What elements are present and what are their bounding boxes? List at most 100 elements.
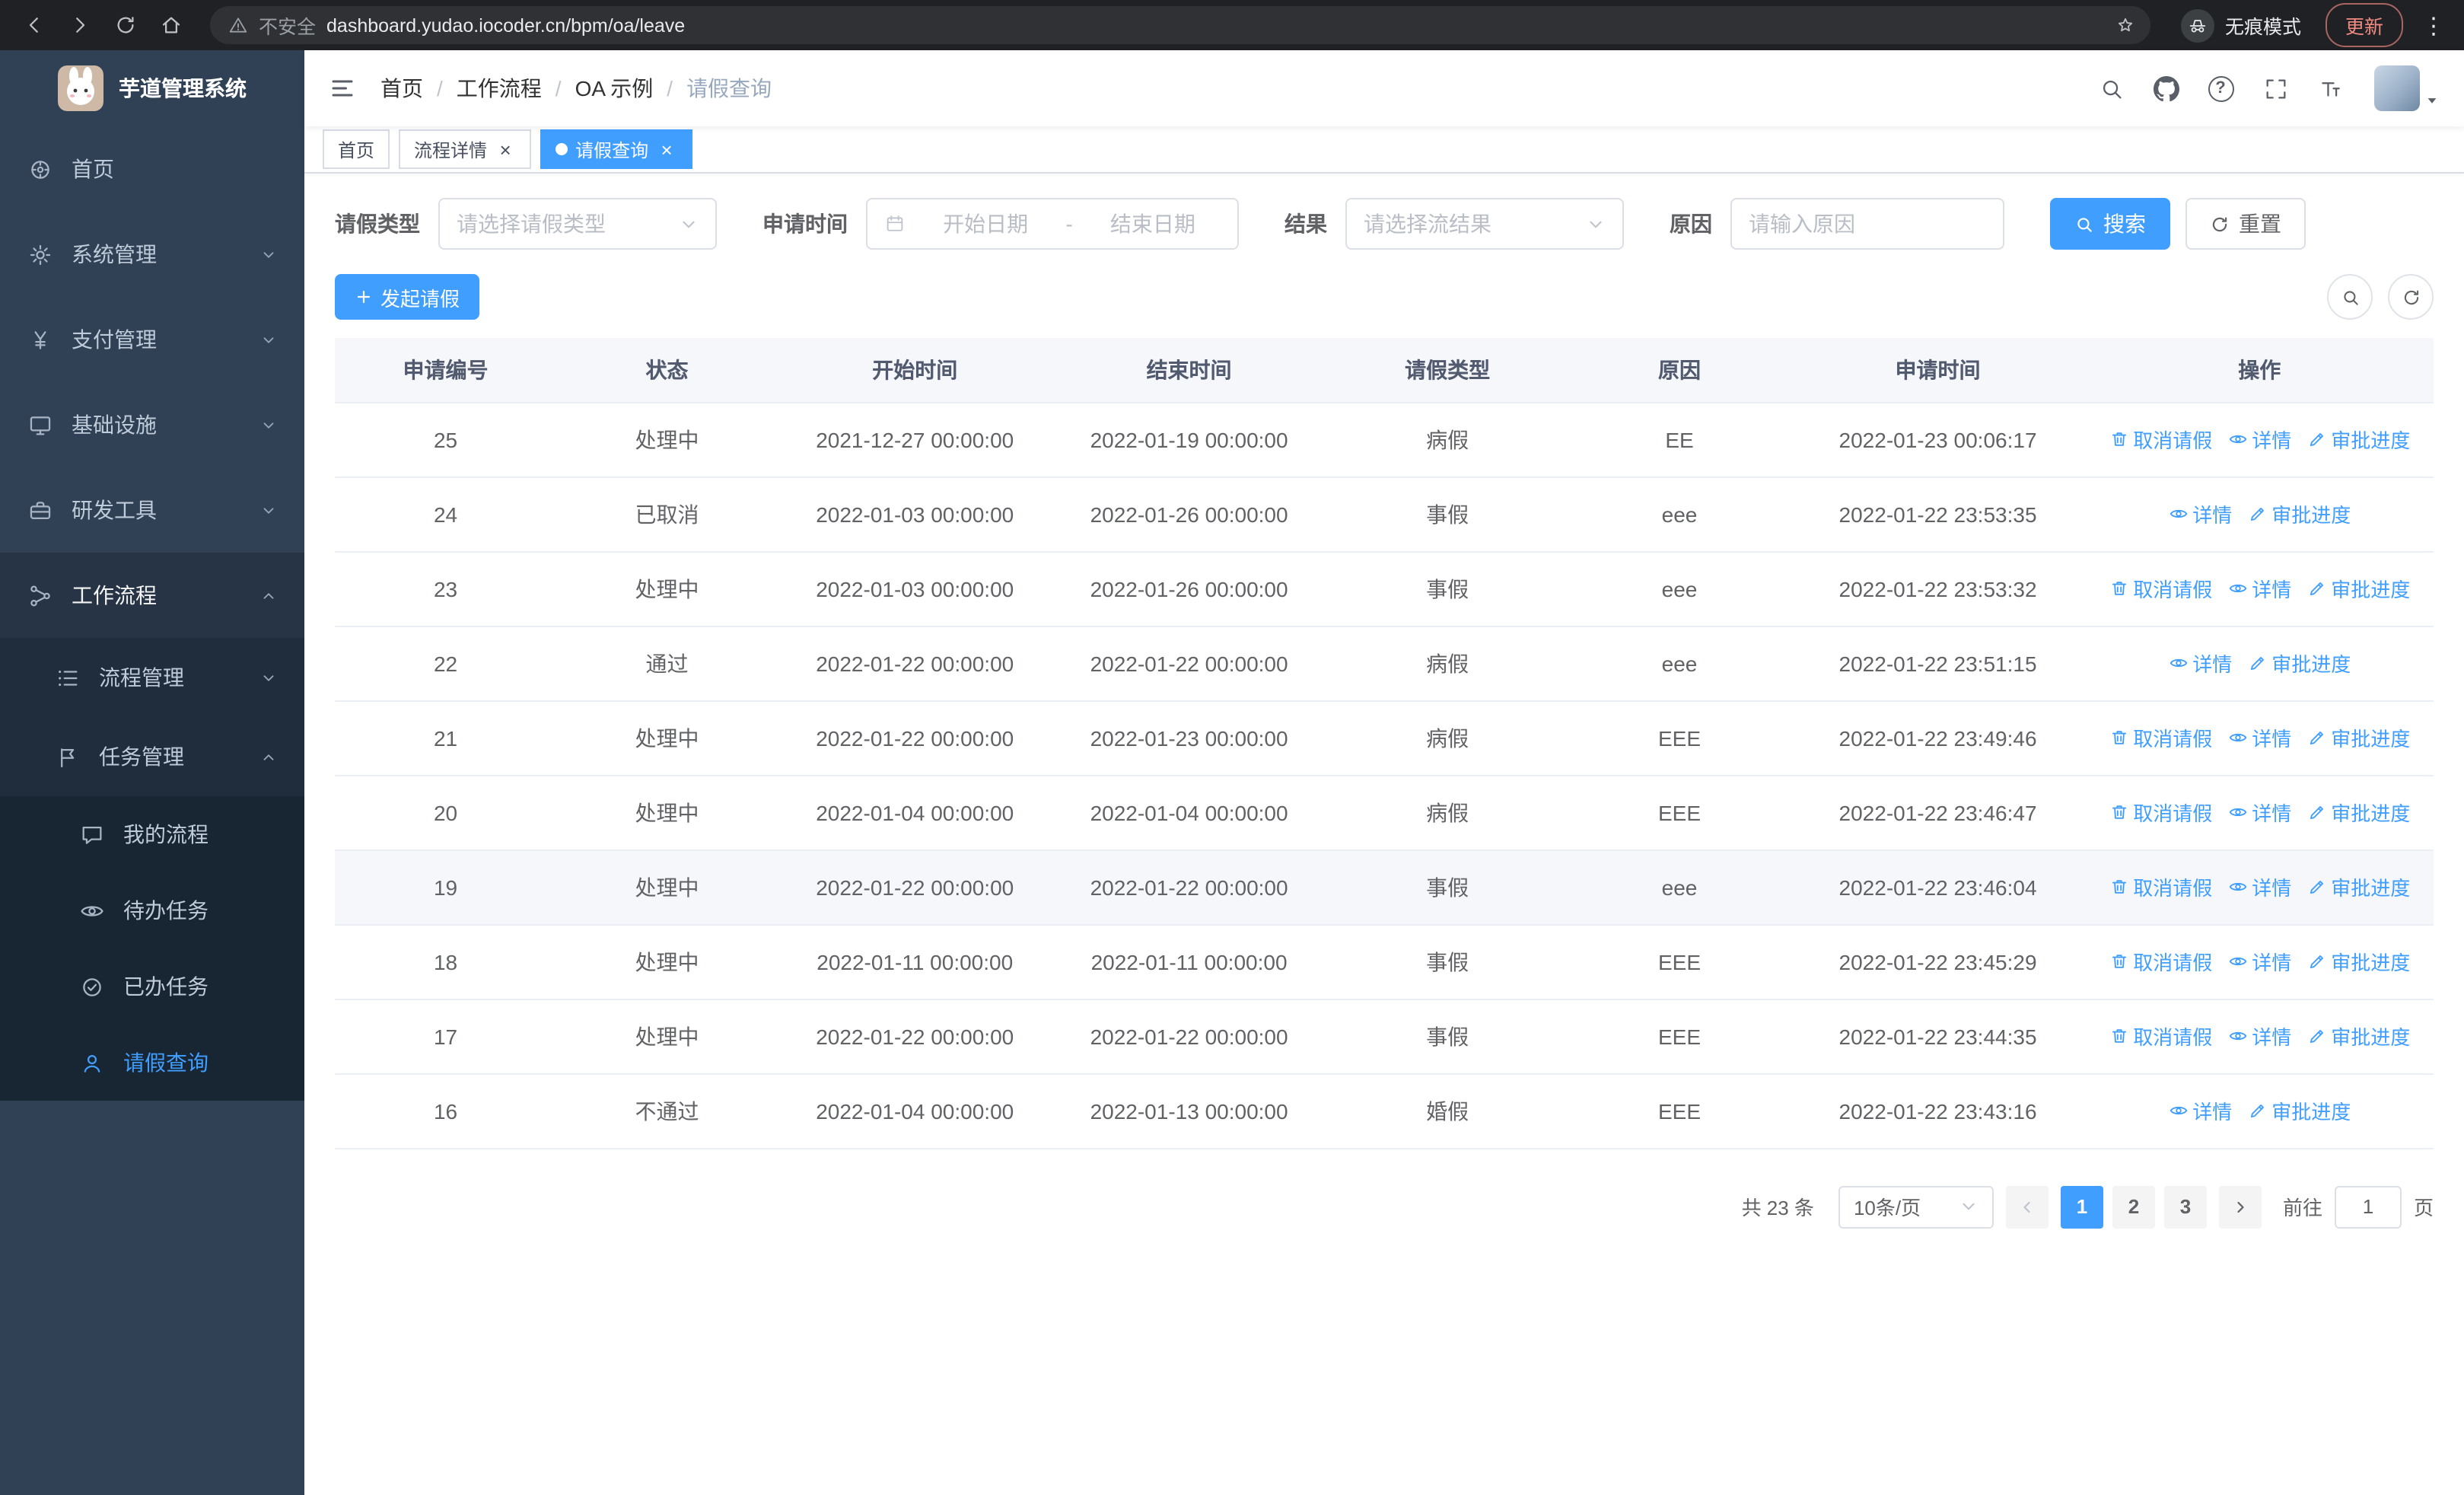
table-row[interactable]: 20 处理中 2022-01-04 00:00:00 2022-01-04 00:00… — [335, 775, 2434, 850]
table-row[interactable]: 18 处理中 2022-01-11 00:00:00 2022-01-11 00:00… — [335, 924, 2434, 999]
table-cell: 20 — [335, 775, 557, 850]
table-row[interactable]: 23 处理中 2022-01-03 00:00:00 2022-01-26 00:00… — [335, 551, 2434, 626]
cancel-leave-link[interactable]: 取消请假 — [2109, 872, 2212, 901]
approval-progress-link[interactable]: 审批进度 — [2247, 499, 2351, 528]
sidebar-item-devtools[interactable]: 研发工具 — [0, 467, 304, 553]
toggle-search-button[interactable] — [2327, 274, 2373, 320]
column-header: 申请编号 — [335, 338, 557, 403]
prev-page-button[interactable] — [2005, 1185, 2049, 1228]
detail-link[interactable]: 详情 — [2168, 649, 2232, 677]
sidebar-item-home[interactable]: 首页 — [0, 126, 304, 212]
help-button[interactable]: ? — [2195, 62, 2246, 114]
font-size-button[interactable] — [2304, 62, 2356, 114]
approval-progress-link[interactable]: 审批进度 — [2306, 1022, 2410, 1050]
tab-leave-query[interactable]: 请假查询 × — [540, 129, 693, 169]
detail-link[interactable]: 详情 — [2227, 1022, 2291, 1050]
end-date-field[interactable]: 结束日期 — [1085, 209, 1221, 239]
table-cell: 2022-01-19 00:00:00 — [1052, 402, 1326, 477]
page-size-select[interactable]: 10条/页 — [1838, 1185, 1994, 1228]
cancel-leave-link[interactable]: 取消请假 — [2109, 947, 2212, 976]
detail-link[interactable]: 详情 — [2227, 947, 2291, 976]
detail-link[interactable]: 详情 — [2168, 499, 2232, 528]
approval-progress-link[interactable]: 审批进度 — [2306, 798, 2410, 827]
sidebar-item-my-process[interactable]: 我的流程 — [0, 796, 304, 872]
detail-link[interactable]: 详情 — [2227, 723, 2291, 752]
approval-progress-link[interactable]: 审批进度 — [2247, 649, 2351, 677]
approval-progress-link[interactable]: 审批进度 — [2306, 723, 2410, 752]
tab-process-detail[interactable]: 流程详情 × — [399, 129, 532, 169]
reset-button[interactable]: 重置 — [2185, 198, 2306, 250]
browser-back-button[interactable] — [12, 4, 55, 46]
table-cell: 2022-01-22 23:53:35 — [1790, 477, 2086, 552]
approval-progress-link[interactable]: 审批进度 — [2306, 425, 2410, 454]
detail-link[interactable]: 详情 — [2227, 425, 2291, 454]
table-row[interactable]: 25 处理中 2021-12-27 00:00:00 2022-01-19 00:00… — [335, 402, 2434, 477]
page-button-3[interactable]: 3 — [2163, 1185, 2207, 1228]
sidebar-item-infra[interactable]: 基础设施 — [0, 382, 304, 467]
detail-link[interactable]: 详情 — [2227, 872, 2291, 901]
table-row[interactable]: 16 不通过 2022-01-04 00:00:00 2022-01-13 00:00… — [335, 1073, 2434, 1149]
browser-home-button[interactable] — [149, 4, 192, 46]
cancel-leave-link[interactable]: 取消请假 — [2109, 1022, 2212, 1050]
breadcrumb-item[interactable]: 工作流程 — [457, 73, 542, 104]
leave-type-select[interactable]: 请选择请假类型 — [438, 198, 717, 250]
reason-input[interactable] — [1749, 212, 1986, 236]
header-search-button[interactable] — [2085, 62, 2137, 114]
browser-menu-icon[interactable]: ⋮ — [2415, 11, 2452, 39]
table-cell: EEE — [1568, 775, 1791, 850]
detail-link[interactable]: 详情 — [2227, 574, 2291, 603]
column-header: 结束时间 — [1052, 338, 1326, 403]
close-icon[interactable]: × — [495, 139, 516, 160]
bookmark-star-button[interactable] — [2108, 7, 2144, 43]
table-cell: 婚假 — [1326, 1073, 1569, 1149]
sidebar-item-workflow[interactable]: 工作流程 — [0, 553, 304, 638]
start-date-field[interactable]: 开始日期 — [918, 209, 1053, 239]
table-row[interactable]: 17 处理中 2022-01-22 00:00:00 2022-01-22 00:00… — [335, 999, 2434, 1074]
sidebar-item-leave-query[interactable]: 请假查询 — [0, 1025, 304, 1101]
page-button-2[interactable]: 2 — [2112, 1185, 2155, 1228]
breadcrumb-item[interactable]: 首页 — [380, 73, 423, 104]
sidebar-item-process-mgmt[interactable]: 流程管理 — [0, 638, 304, 717]
cancel-leave-link[interactable]: 取消请假 — [2109, 798, 2212, 827]
detail-link[interactable]: 详情 — [2168, 1096, 2232, 1125]
cancel-leave-link[interactable]: 取消请假 — [2109, 425, 2212, 454]
sidebar-item-payment[interactable]: 支付管理 — [0, 297, 304, 382]
sidebar-toggle-button[interactable] — [329, 75, 356, 102]
sidebar-item-todo-tasks[interactable]: 待办任务 — [0, 872, 304, 948]
approval-progress-link[interactable]: 审批进度 — [2306, 947, 2410, 976]
result-select[interactable]: 请选择流结果 — [1345, 198, 1624, 250]
table-row[interactable]: 21 处理中 2022-01-22 00:00:00 2022-01-23 00:00… — [335, 700, 2434, 776]
apply-time-range-picker[interactable]: 开始日期 - 结束日期 — [866, 198, 1239, 250]
create-leave-button[interactable]: 发起请假 — [335, 274, 480, 320]
goto-page-input[interactable] — [2334, 1185, 2402, 1228]
fullscreen-button[interactable] — [2249, 62, 2301, 114]
browser-forward-button[interactable] — [58, 4, 100, 46]
search-button[interactable]: 搜索 — [2050, 198, 2170, 250]
tab-home[interactable]: 首页 — [323, 129, 390, 169]
page-button-1[interactable]: 1 — [2060, 1185, 2103, 1228]
next-page-button[interactable] — [2218, 1185, 2262, 1228]
sidebar-item-system[interactable]: 系统管理 — [0, 212, 304, 297]
github-icon — [2153, 75, 2179, 101]
cancel-leave-link[interactable]: 取消请假 — [2109, 723, 2212, 752]
approval-progress-link[interactable]: 审批进度 — [2247, 1096, 2351, 1125]
approval-progress-link[interactable]: 审批进度 — [2306, 574, 2410, 603]
browser-reload-button[interactable] — [103, 4, 146, 46]
browser-update-button[interactable]: 更新 — [2325, 3, 2403, 47]
sidebar-item-done-tasks[interactable]: 已办任务 — [0, 948, 304, 1025]
table-row[interactable]: 24 已取消 2022-01-03 00:00:00 2022-01-26 00:00… — [335, 477, 2434, 552]
address-bar[interactable]: 不安全 dashboard.yudao.iocoder.cn/bpm/oa/le… — [210, 6, 2150, 44]
refresh-table-button[interactable] — [2388, 274, 2434, 320]
detail-link[interactable]: 详情 — [2227, 798, 2291, 827]
close-icon[interactable]: × — [656, 139, 677, 160]
github-button[interactable] — [2140, 62, 2192, 114]
cancel-leave-link[interactable]: 取消请假 — [2109, 574, 2212, 603]
table-row[interactable]: 19 处理中 2022-01-22 00:00:00 2022-01-22 00:00… — [335, 850, 2434, 925]
breadcrumb-item[interactable]: OA 示例 — [575, 73, 654, 104]
app-logo[interactable]: 芋道管理系统 — [0, 50, 304, 126]
incognito-icon — [2180, 8, 2214, 42]
approval-progress-link[interactable]: 审批进度 — [2306, 872, 2410, 901]
user-menu[interactable] — [2374, 65, 2440, 111]
sidebar-item-task-mgmt[interactable]: 任务管理 — [0, 717, 304, 796]
table-row[interactable]: 22 通过 2022-01-22 00:00:00 2022-01-22 00:00:… — [335, 626, 2434, 701]
